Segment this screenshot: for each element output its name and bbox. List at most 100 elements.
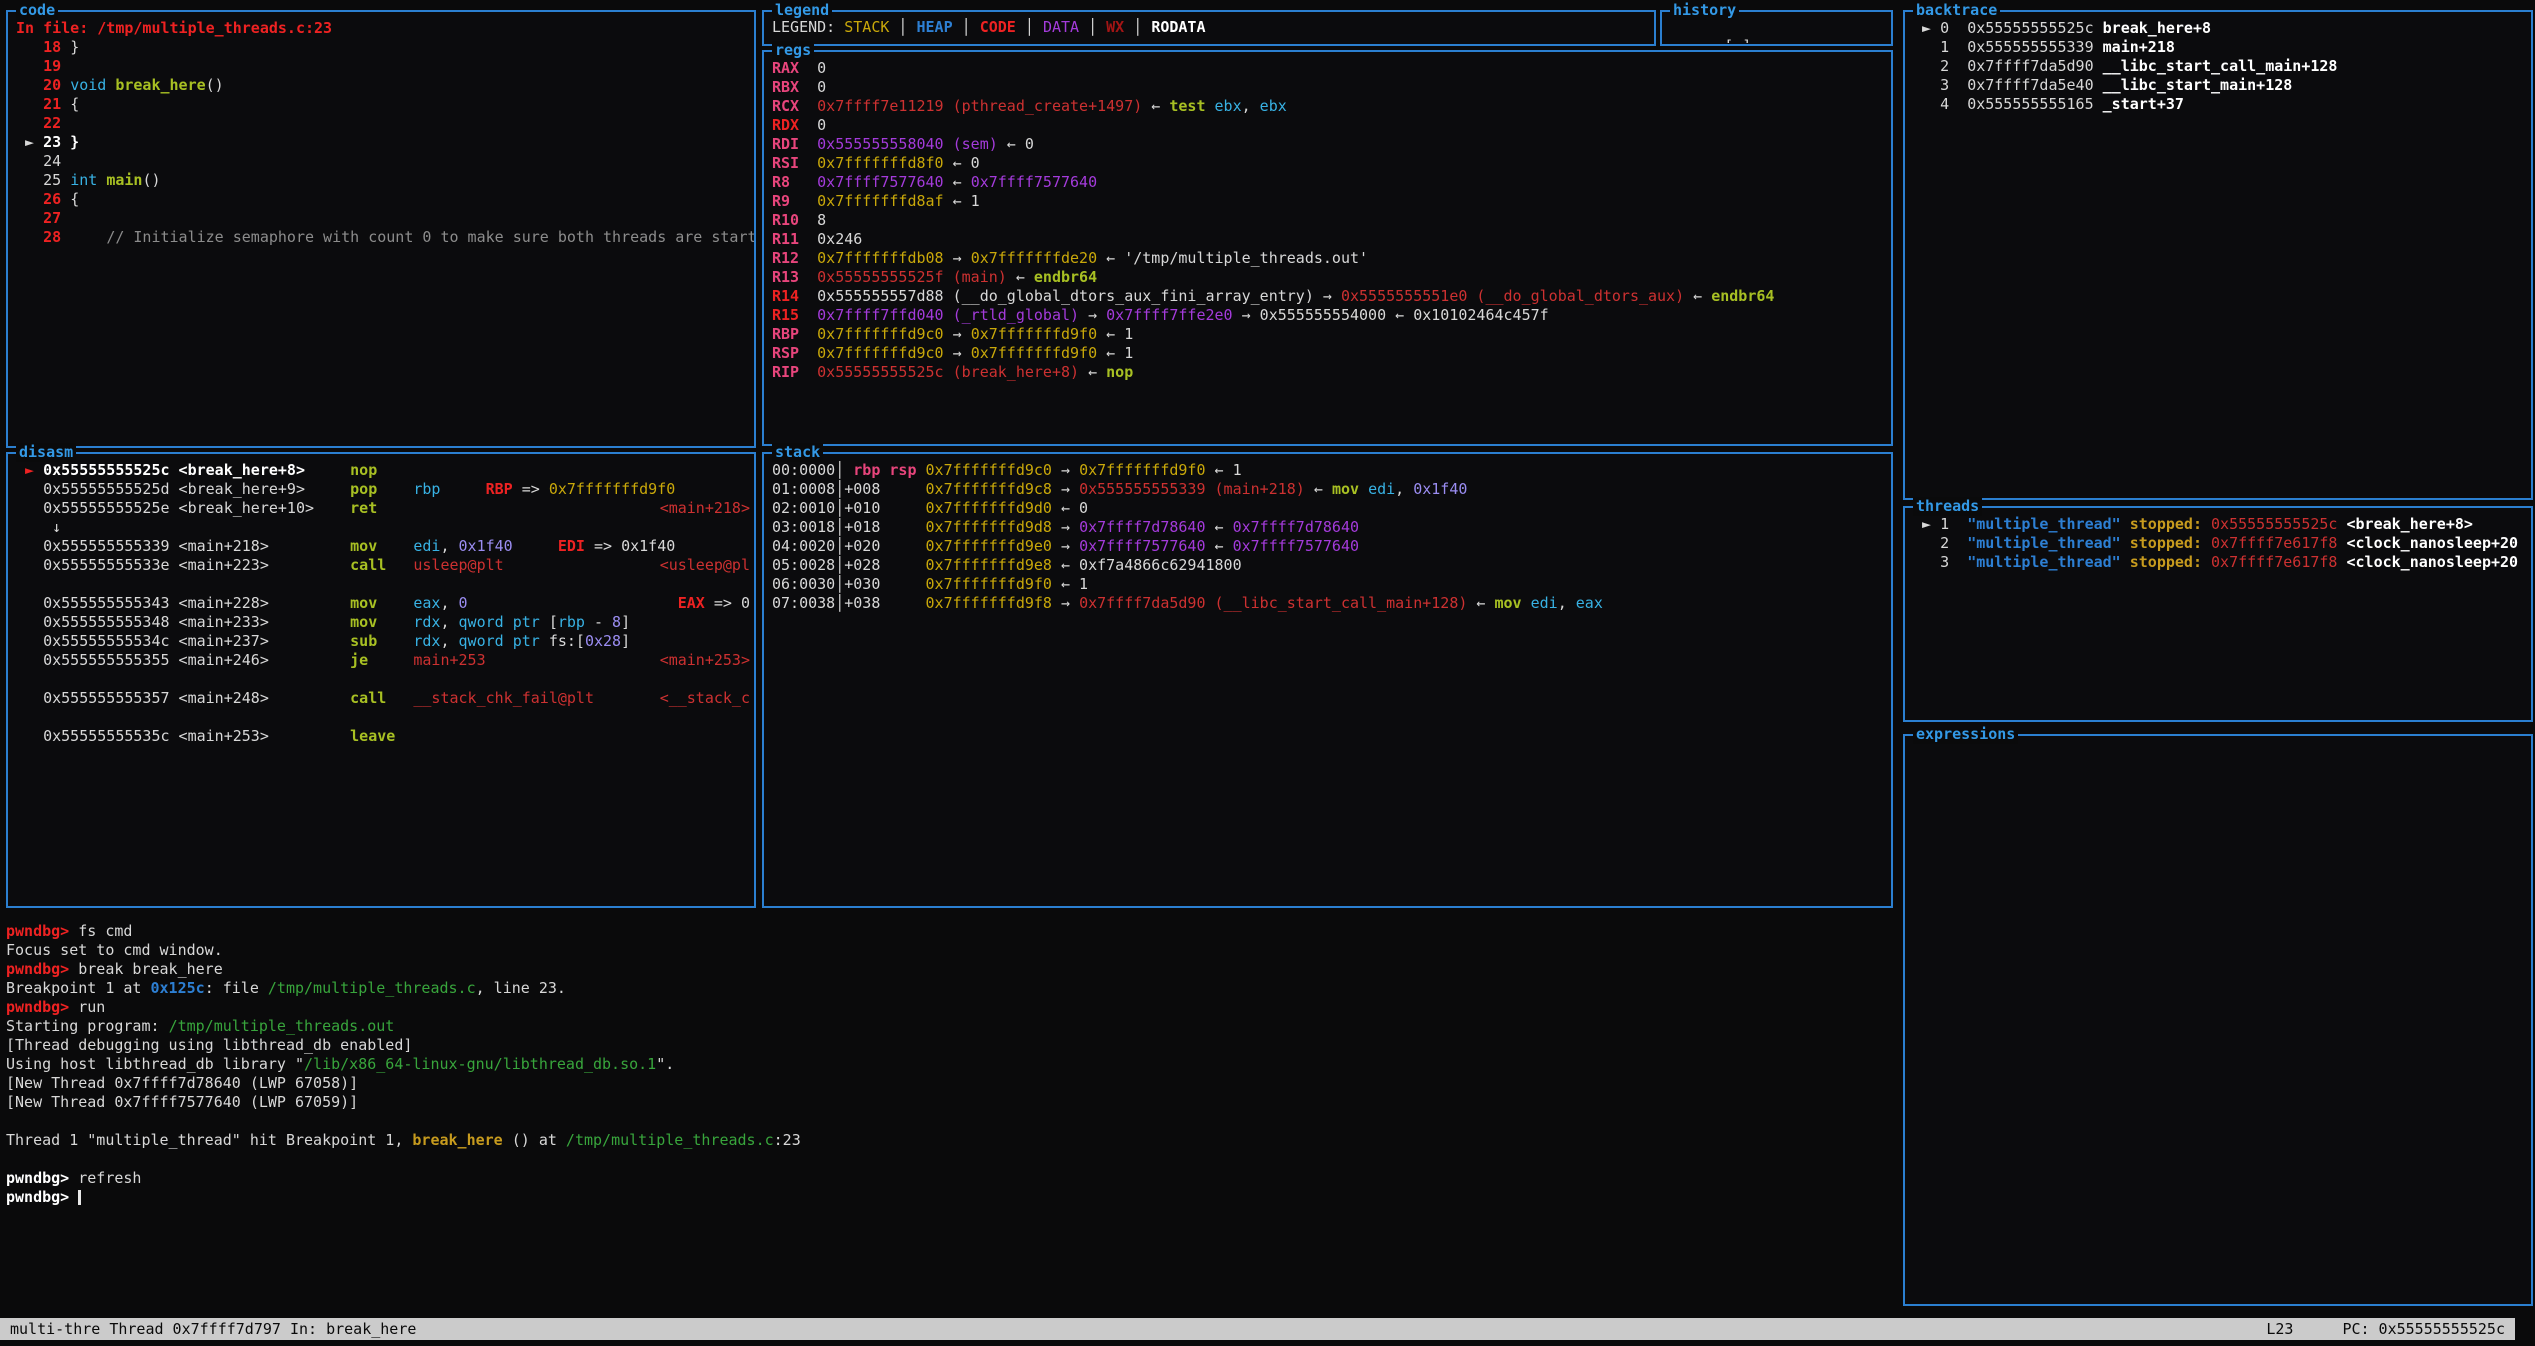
text-line: 01:0008│+008 0x7fffffffd9c8 → 0x55555555… xyxy=(772,480,1889,499)
legend-panel: legend LEGEND: STACK │ HEAP │ CODE │ DAT… xyxy=(762,10,1656,46)
text-line xyxy=(16,670,752,689)
text-line: 0x55555555525e <break_here+10> ret<main+… xyxy=(16,499,752,518)
text-line: In file: /tmp/multiple_threads.c:23 xyxy=(16,19,752,38)
registers-panel-title: regs xyxy=(772,41,814,60)
text-line: 21 { xyxy=(16,95,752,114)
text-line: 06:0030│+030 0x7fffffffd9f0 ← 1 xyxy=(772,575,1889,594)
text-line: 05:0028│+028 0x7fffffffd9e8 ← 0xf7a4866c… xyxy=(772,556,1889,575)
text-line: R13 0x55555555525f (main) ← endbr64 xyxy=(772,268,1889,287)
stack-panel: stack 00:0000│ rbp rsp 0x7fffffffd9c0 → … xyxy=(762,452,1893,908)
text-line: 25 int main() xyxy=(16,171,752,190)
text-line: 04:0020│+020 0x7fffffffd9e0 → 0x7ffff757… xyxy=(772,537,1889,556)
disassembly-view: ► 0x55555555525c <break_here+8> nop 0x55… xyxy=(8,454,754,906)
text-line: 2 "multiple_thread" stopped: 0x7ffff7e61… xyxy=(1913,534,2529,553)
text-line: RIP 0x55555555525c (break_here+8) ← nop xyxy=(772,363,1889,382)
text-line: RAX 0 xyxy=(772,59,1889,78)
text-line: RBX 0 xyxy=(772,78,1889,97)
text-line: 27 xyxy=(16,209,752,228)
text-line: pwndbg> refresh xyxy=(6,1169,1886,1188)
text-line: R8 0x7ffff7577640 ← 0x7ffff7577640 xyxy=(772,173,1889,192)
text-line: pwndbg> run xyxy=(6,998,1886,1017)
text-line: 2 0x7ffff7da5d90 __libc_start_call_main+… xyxy=(1913,57,2529,76)
command-terminal[interactable]: pwndbg> fs cmdFocus set to cmd window.pw… xyxy=(6,922,1886,1207)
text-line: Using host libthread_db library "/lib/x8… xyxy=(6,1055,1886,1074)
text-line: R9 0x7fffffffd8af ← 1 xyxy=(772,192,1889,211)
text-line: 0x555555555355 <main+246> je main+253<ma… xyxy=(16,651,752,670)
text-line: 0x55555555534c <main+237> sub rdx, qword… xyxy=(16,632,752,651)
code-panel-title: code xyxy=(16,1,58,20)
text-line: ► 1 "multiple_thread" stopped: 0x5555555… xyxy=(1913,515,2529,534)
status-bar-left: multi-thre Thread 0x7ffff7d797 In: break… xyxy=(10,1320,416,1339)
text-line: RBP 0x7fffffffd9c0 → 0x7fffffffd9f0 ← 1 xyxy=(772,325,1889,344)
text-line xyxy=(6,1112,1886,1131)
text-line: ► 23 } xyxy=(16,133,752,152)
threads-view: ► 1 "multiple_thread" stopped: 0x5555555… xyxy=(1905,508,2531,720)
text-line: 02:0010│+010 0x7fffffffd9d0 ← 0 xyxy=(772,499,1889,518)
text-line: 0x55555555533e <main+223> call usleep@pl… xyxy=(16,556,752,575)
text-line: 19 xyxy=(16,57,752,76)
status-bar: multi-thre Thread 0x7ffff7d797 In: break… xyxy=(0,1318,2515,1340)
registers-view: RAX 0RBX 0RCX 0x7ffff7e11219 (pthread_cr… xyxy=(764,52,1891,444)
text-line: pwndbg> xyxy=(6,1188,1886,1207)
backtrace-view: ► 0 0x55555555525c break_here+8 1 0x5555… xyxy=(1905,12,2531,498)
text-line: 0x55555555525d <break_here+9> pop rbp RB… xyxy=(16,480,752,499)
text-line: R14 0x555555557d88 (__do_global_dtors_au… xyxy=(772,287,1889,306)
text-line: [New Thread 0x7ffff7577640 (LWP 67059)] xyxy=(6,1093,1886,1112)
backtrace-panel-title: backtrace xyxy=(1913,1,2000,20)
text-line: R11 0x246 xyxy=(772,230,1889,249)
text-line: 24 xyxy=(16,152,752,171)
text-line: 00:0000│ rbp rsp 0x7fffffffd9c0 → 0x7fff… xyxy=(772,461,1889,480)
text-line: RCX 0x7ffff7e11219 (pthread_create+1497)… xyxy=(772,97,1889,116)
legend-line: LEGEND: STACK │ HEAP │ CODE │ DATA │ WX … xyxy=(764,12,1654,43)
text-line: 03:0018│+018 0x7fffffffd9d8 → 0x7ffff7d7… xyxy=(772,518,1889,537)
status-line-number: L23 xyxy=(2266,1320,2293,1338)
text-line: RSP 0x7fffffffd9c0 → 0x7fffffffd9f0 ← 1 xyxy=(772,344,1889,363)
threads-panel: threads ► 1 "multiple_thread" stopped: 0… xyxy=(1903,506,2533,722)
text-line: Starting program: /tmp/multiple_threads.… xyxy=(6,1017,1886,1036)
text-line: 0x555555555348 <main+233> mov rdx, qword… xyxy=(16,613,752,632)
text-cursor xyxy=(78,1190,81,1205)
text-line: RSI 0x7fffffffd8f0 ← 0 xyxy=(772,154,1889,173)
text-line: 26 { xyxy=(16,190,752,209)
text-line: RDX 0 xyxy=(772,116,1889,135)
text-line: LEGEND: STACK │ HEAP │ CODE │ DATA │ WX … xyxy=(772,18,1652,37)
threads-panel-title: threads xyxy=(1913,497,1982,516)
text-line: ► 0 0x55555555525c break_here+8 xyxy=(1913,19,2529,38)
text-line: 07:0038│+038 0x7fffffffd9f8 → 0x7ffff7da… xyxy=(772,594,1889,613)
text-line: 0x555555555343 <main+228> mov eax, 0EAX … xyxy=(16,594,752,613)
code-panel: code In file: /tmp/multiple_threads.c:23… xyxy=(6,10,756,448)
text-line: 3 "multiple_thread" stopped: 0x7ffff7e61… xyxy=(1913,553,2529,572)
text-line: RDI 0x555555558040 (sem) ← 0 xyxy=(772,135,1889,154)
text-line: pwndbg> break break_here xyxy=(6,960,1886,979)
expressions-panel-title: expressions xyxy=(1913,725,2018,744)
text-line: Breakpoint 1 at 0x125c: file /tmp/multip… xyxy=(6,979,1886,998)
text-line: 28 // Initialize semaphore with count 0 … xyxy=(16,228,752,247)
text-line: 4 0x555555555165 _start+37 xyxy=(1913,95,2529,114)
text-line: R12 0x7fffffffdb08 → 0x7fffffffde20 ← '/… xyxy=(772,249,1889,268)
backtrace-panel: backtrace ► 0 0x55555555525c break_here+… xyxy=(1903,10,2533,500)
history-back-button[interactable]: [←] xyxy=(1724,37,1751,43)
text-line: 3 0x7ffff7da5e40 __libc_start_main+128 xyxy=(1913,76,2529,95)
status-pc: PC: 0x55555555525c xyxy=(2342,1320,2505,1338)
expressions-panel: expressions xyxy=(1903,734,2533,1306)
text-line: ► 0x55555555525c <break_here+8> nop xyxy=(16,461,752,480)
text-line xyxy=(16,575,752,594)
text-line: 22 xyxy=(16,114,752,133)
text-line: 0x55555555535c <main+253> leave xyxy=(16,727,752,746)
expressions-view xyxy=(1905,736,2531,1304)
disassembly-panel: disasm ► 0x55555555525c <break_here+8> n… xyxy=(6,452,756,908)
text-line: ↓ xyxy=(16,518,752,537)
source-code-view: In file: /tmp/multiple_threads.c:23 18 }… xyxy=(8,12,754,446)
text-line: R10 8 xyxy=(772,211,1889,230)
text-line xyxy=(6,1150,1886,1169)
status-bar-right: L23 PC: 0x55555555525c xyxy=(2226,1320,2505,1339)
text-line xyxy=(16,708,752,727)
history-panel: history [←] [→] xyxy=(1660,10,1893,46)
stack-panel-title: stack xyxy=(772,443,823,462)
stack-view: 00:0000│ rbp rsp 0x7fffffffd9c0 → 0x7fff… xyxy=(764,454,1891,906)
registers-panel: regs RAX 0RBX 0RCX 0x7ffff7e11219 (pthre… xyxy=(762,50,1893,446)
text-line: 18 } xyxy=(16,38,752,57)
text-line: pwndbg> fs cmd xyxy=(6,922,1886,941)
text-line: Thread 1 "multiple_thread" hit Breakpoin… xyxy=(6,1131,1886,1150)
text-line: [New Thread 0x7ffff7d78640 (LWP 67058)] xyxy=(6,1074,1886,1093)
